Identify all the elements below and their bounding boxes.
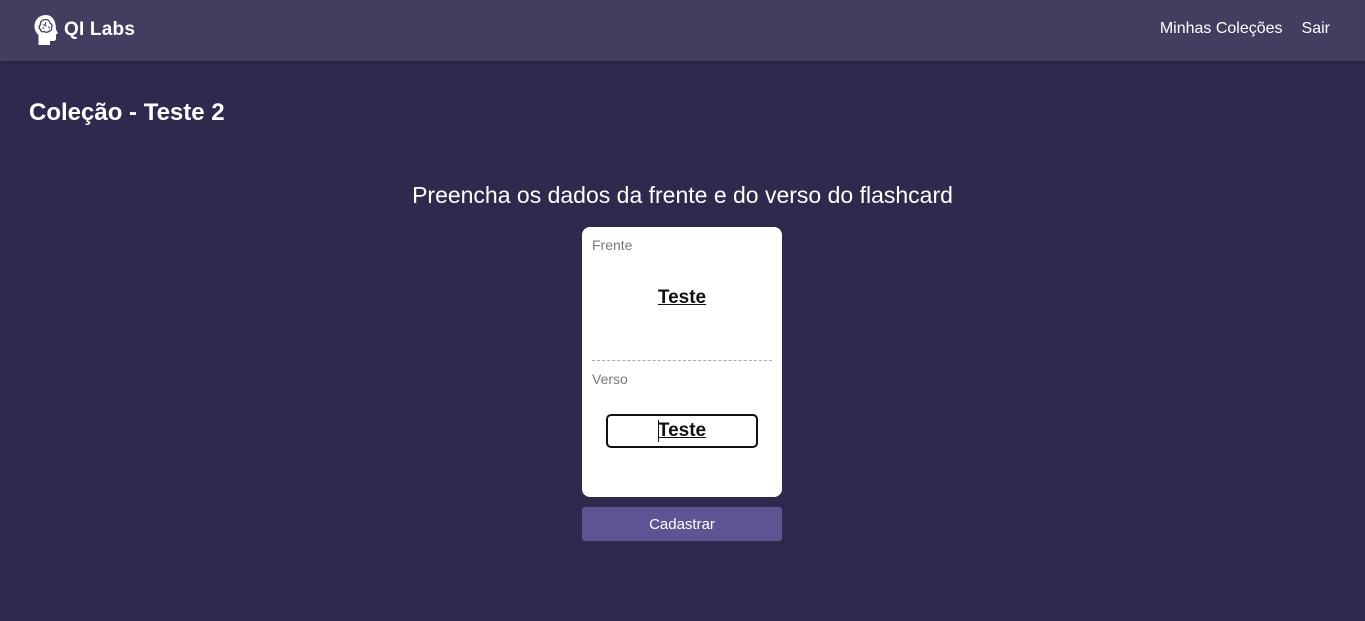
brand-link[interactable]: QI Labs: [33, 14, 135, 46]
brand-name: QI Labs: [64, 19, 136, 40]
front-label: Frente: [592, 237, 633, 253]
nav-link-my-collections[interactable]: Minhas Coleções: [1160, 20, 1283, 38]
back-label: Verso: [592, 371, 628, 387]
flashcard-form-card: Frente Teste Verso Teste: [582, 227, 782, 497]
back-text-value: Teste: [657, 420, 707, 441]
card-divider: [592, 360, 772, 361]
nav-links: Minhas Coleções Sair: [1160, 20, 1330, 38]
front-text-field[interactable]: Teste: [582, 287, 782, 309]
navbar: QI Labs Minhas Coleções Sair: [0, 0, 1365, 61]
back-text-field[interactable]: Teste: [606, 414, 758, 448]
nav-link-logout[interactable]: Sair: [1302, 20, 1330, 38]
page-title: Coleção - Teste 2: [29, 99, 225, 126]
form-instructions: Preencha os dados da frente e do verso d…: [412, 182, 953, 208]
brain-head-icon: [34, 15, 58, 45]
register-button[interactable]: Cadastrar: [582, 507, 782, 541]
